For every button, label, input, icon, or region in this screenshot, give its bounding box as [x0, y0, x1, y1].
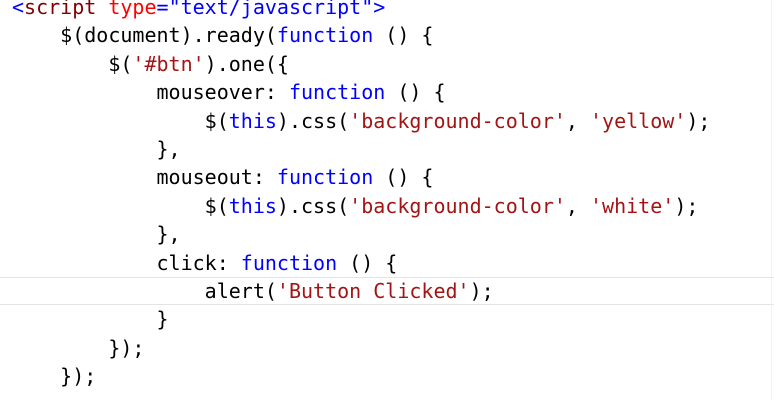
code-token-plain: alert(	[12, 279, 277, 303]
code-token-attr: type	[108, 0, 157, 19]
editor-right-guide	[771, 0, 772, 400]
code-token-str: 'Button Clicked'	[276, 279, 470, 303]
code-line[interactable]: },	[0, 220, 774, 248]
code-token-plain: ).css(	[276, 193, 350, 218]
code-token-kw: function	[240, 250, 338, 275]
code-token-str: 'background-color'	[349, 108, 566, 133]
code-token-plain: $(document).ready(	[12, 23, 277, 48]
code-line[interactable]: mouseout: function () {	[0, 163, 774, 191]
code-line[interactable]: },	[0, 135, 774, 163]
code-token-punc: =	[156, 0, 169, 19]
code-token-plain: mouseout:	[12, 165, 277, 190]
code-line[interactable]: });	[0, 362, 774, 390]
code-token-kw: this	[228, 108, 277, 133]
code-line[interactable]: }	[0, 305, 774, 333]
code-token-plain: () {	[337, 250, 398, 275]
code-token-plain: ).one({	[204, 51, 289, 76]
code-token-kw: "text/javascript"	[168, 0, 374, 19]
code-line[interactable]: $('#btn').one({	[0, 50, 774, 78]
code-token-plain: click:	[12, 250, 241, 275]
code-line[interactable]: $(document).ready(function () {	[0, 21, 774, 49]
code-token-plain: ).css(	[276, 108, 350, 133]
code-line[interactable]: $(this).css('background-color', 'white')…	[0, 192, 774, 220]
code-token-plain: $(	[12, 51, 133, 76]
code-token-str: 'background-color'	[349, 193, 566, 218]
code-token-plain: $(	[12, 193, 229, 218]
code-token-kw: function	[276, 165, 374, 190]
code-token-plain: });	[12, 335, 145, 360]
code-token-plain: () {	[373, 165, 434, 190]
code-token-str: '#btn'	[132, 51, 205, 76]
code-token-plain: },	[12, 222, 181, 247]
code-token-plain: ,	[565, 108, 591, 133]
code-token-str: 'yellow'	[590, 108, 687, 133]
code-line[interactable]: mouseover: function () {	[0, 78, 774, 106]
code-token-kw: function	[276, 23, 374, 48]
code-token-plain: });	[12, 364, 97, 389]
code-line[interactable]: <script type="text/javascript">	[0, 0, 774, 21]
code-line-current[interactable]: alert('Button Clicked');	[0, 277, 774, 305]
code-token-kw: this	[228, 193, 277, 218]
code-token-plain: () {	[385, 80, 446, 105]
code-token-str: 'white'	[590, 193, 675, 218]
code-line[interactable]: });	[0, 334, 774, 362]
code-token-plain: () {	[373, 23, 434, 48]
code-token-tag: script	[24, 0, 97, 19]
code-token-punc: <	[12, 0, 25, 19]
code-token-plain: }	[12, 307, 169, 332]
code-token-plain: );	[686, 108, 711, 133]
code-token-plain: );	[674, 193, 699, 218]
code-token-plain: );	[469, 279, 494, 303]
code-line[interactable]: click: function () {	[0, 249, 774, 277]
code-token-punc: >	[373, 0, 386, 19]
code-line[interactable]: $(this).css('background-color', 'yellow'…	[0, 107, 774, 135]
code-token-kw: function	[288, 80, 386, 105]
code-token-plain: ,	[565, 193, 591, 218]
code-editor[interactable]: <script type="text/javascript"> $(docume…	[0, 0, 774, 400]
code-token-plain: },	[12, 137, 181, 161]
code-token-plain: $(	[12, 108, 229, 133]
code-token-plain: mouseover:	[12, 80, 289, 105]
